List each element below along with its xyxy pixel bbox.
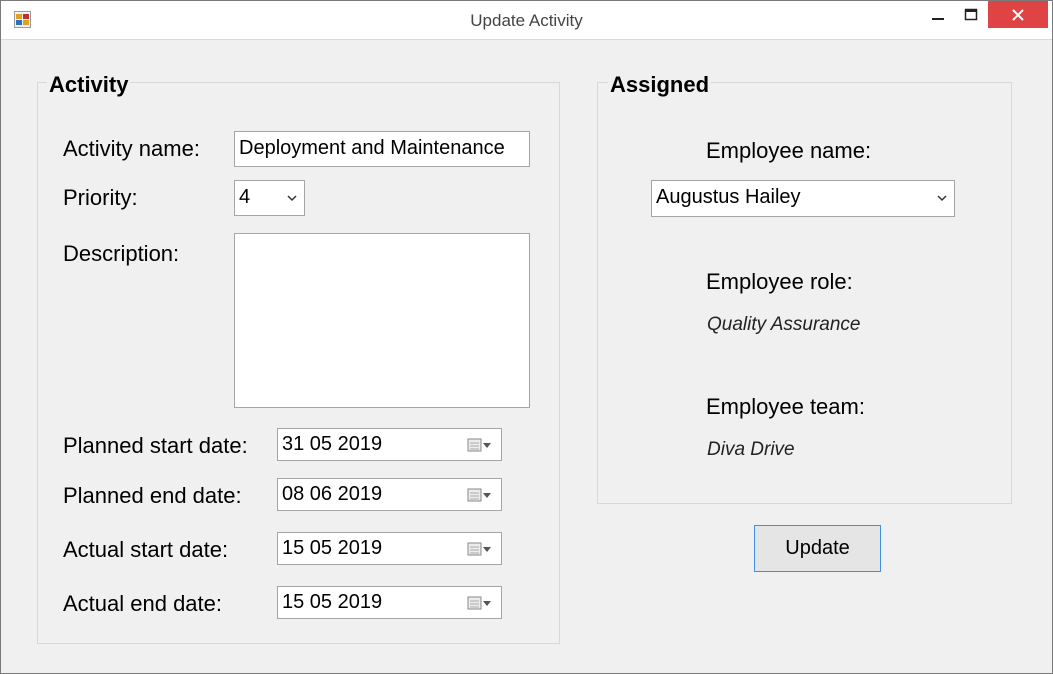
client-area: Activity Activity name: Deployment and M… xyxy=(9,40,1044,666)
employee-role-label: Employee role: xyxy=(706,269,853,294)
window-title: Update Activity xyxy=(470,11,583,30)
close-icon xyxy=(1012,8,1024,21)
employee-team-value: Diva Drive xyxy=(707,439,795,460)
actual-end-datepicker[interactable]: 15 05 2019 xyxy=(277,586,502,619)
actual-end-calendar-button[interactable] xyxy=(465,587,495,618)
employee-name-dropdown-arrow[interactable] xyxy=(932,181,952,216)
employee-name-select[interactable]: Augustus Hailey xyxy=(651,180,955,217)
activity-name-label: Activity name: xyxy=(63,136,200,161)
planned-start-calendar-button[interactable] xyxy=(465,429,495,460)
chevron-down-icon xyxy=(937,195,947,202)
planned-end-datepicker[interactable]: 08 06 2019 xyxy=(277,478,502,511)
actual-end-label: Actual end date: xyxy=(63,591,223,616)
employee-name-label: Employee name: xyxy=(706,138,872,163)
calendar-icon xyxy=(467,438,491,451)
description-textarea[interactable] xyxy=(234,233,530,408)
employee-name-value: Augustus Hailey xyxy=(656,186,801,208)
description-label: Description: xyxy=(63,241,180,266)
activity-group-title: Activity xyxy=(47,72,131,98)
chevron-down-icon xyxy=(287,194,297,201)
actual-start-datepicker[interactable]: 15 05 2019 xyxy=(277,532,502,565)
maximize-icon xyxy=(964,8,978,20)
calendar-icon xyxy=(467,542,491,555)
priority-value: 4 xyxy=(239,186,251,208)
title-bar[interactable]: Update Activity xyxy=(1,1,1052,40)
minimize-icon xyxy=(932,17,944,20)
priority-dropdown-arrow[interactable] xyxy=(282,181,302,215)
priority-label: Priority: xyxy=(63,185,138,210)
actual-start-calendar-button[interactable] xyxy=(465,533,495,564)
calendar-icon xyxy=(467,596,491,609)
priority-select[interactable]: 4 xyxy=(234,180,305,216)
employee-role-value: Quality Assurance xyxy=(707,314,861,335)
minimize-button[interactable] xyxy=(921,1,955,28)
update-button[interactable]: Update xyxy=(754,525,881,572)
employee-team-label: Employee team: xyxy=(706,394,865,419)
assigned-group-title: Assigned xyxy=(608,72,712,98)
activity-name-value: Deployment and Maintenance xyxy=(239,137,505,159)
actual-start-value: 15 05 2019 xyxy=(282,537,383,559)
planned-end-calendar-button[interactable] xyxy=(465,479,495,510)
planned-end-label: Planned end date: xyxy=(63,483,242,508)
planned-end-value: 08 06 2019 xyxy=(282,483,383,505)
calendar-icon xyxy=(467,488,491,501)
actual-end-value: 15 05 2019 xyxy=(282,591,383,613)
planned-start-value: 31 05 2019 xyxy=(282,433,383,455)
actual-start-label: Actual start date: xyxy=(63,537,229,562)
close-button[interactable] xyxy=(988,1,1048,28)
planned-start-label: Planned start date: xyxy=(63,433,248,458)
activity-name-input[interactable]: Deployment and Maintenance xyxy=(234,131,530,167)
update-activity-window: Update Activity Activity Activity name: … xyxy=(0,0,1053,674)
planned-start-datepicker[interactable]: 31 05 2019 xyxy=(277,428,502,461)
maximize-button[interactable] xyxy=(954,1,988,28)
